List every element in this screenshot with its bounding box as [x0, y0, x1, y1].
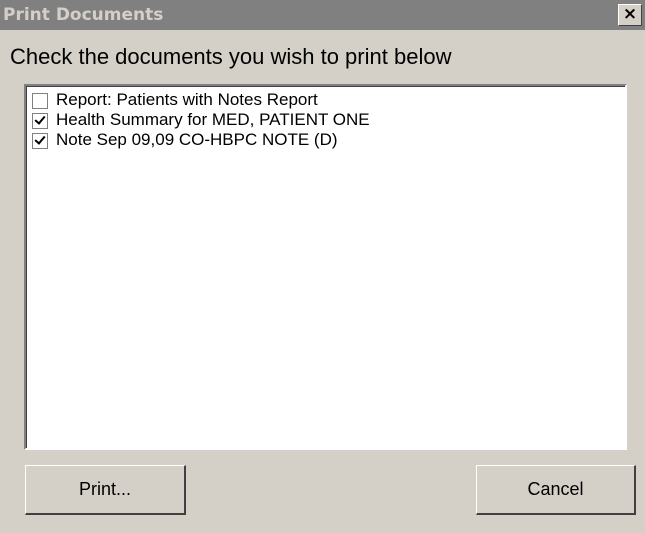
document-item-0[interactable]: Report: Patients with Notes Report	[26, 90, 625, 110]
instruction-text: Check the documents you wish to print be…	[10, 44, 452, 69]
document-label: Note Sep 09,09 CO-HBPC NOTE (D)	[56, 130, 338, 149]
title-bar: Print Documents ×	[0, 0, 645, 30]
print-button[interactable]: Print...	[25, 465, 186, 515]
checkbox-icon[interactable]	[32, 93, 48, 109]
document-label: Report: Patients with Notes Report	[56, 90, 318, 109]
document-item-2[interactable]: Note Sep 09,09 CO-HBPC NOTE (D)	[26, 130, 625, 150]
documents-listbox[interactable]: Report: Patients with Notes Report Healt…	[24, 84, 627, 450]
window-title: Print Documents	[3, 5, 164, 25]
checkbox-icon[interactable]	[32, 113, 48, 129]
close-button[interactable]: ×	[618, 4, 642, 26]
checkbox-icon[interactable]	[32, 133, 48, 149]
close-icon: ×	[622, 4, 638, 24]
document-item-1[interactable]: Health Summary for MED, PATIENT ONE	[26, 110, 625, 130]
document-label: Health Summary for MED, PATIENT ONE	[56, 110, 370, 129]
cancel-button[interactable]: Cancel	[476, 465, 636, 515]
